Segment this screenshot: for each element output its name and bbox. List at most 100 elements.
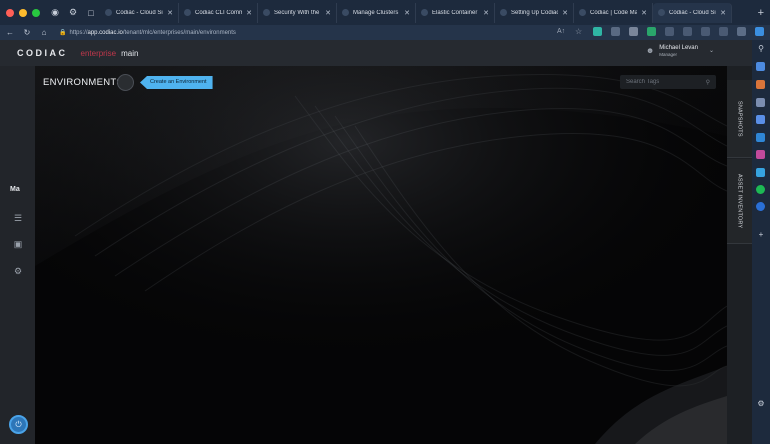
tab-label: Setting Up Codiac f	[511, 9, 559, 16]
tab-favicon-icon	[500, 9, 507, 16]
sliders-icon[interactable]: ☰	[13, 213, 23, 223]
collections-icon[interactable]	[719, 27, 728, 36]
tab-list: Codiac - Cloud Simp✕Codiac CLI Comman✕Se…	[100, 0, 752, 25]
browser-tab[interactable]: Manage Clusters | C ✕	[337, 2, 416, 23]
tab-close-icon[interactable]: ✕	[641, 9, 647, 17]
browser-tab[interactable]: Codiac - Cloud Simp ✕	[100, 2, 179, 23]
home-icon[interactable]: ⌂	[37, 28, 51, 37]
minimize-window-button[interactable]	[19, 8, 27, 17]
tab-close-icon[interactable]: ✕	[325, 9, 331, 17]
browser-tab[interactable]: Codiac - Cloud Simp ✕	[653, 2, 732, 23]
tab-favicon-icon	[105, 9, 112, 16]
close-window-button[interactable]	[6, 8, 14, 17]
tab-strip: ◉ ⚙ □ Codiac - Cloud Simp✕Codiac CLI Com…	[0, 0, 770, 25]
sidebar-games-icon[interactable]	[756, 115, 765, 124]
tab-favicon-icon	[658, 9, 665, 16]
tab-close-icon[interactable]: ✕	[167, 9, 173, 17]
favorite-star-icon[interactable]: ☆	[575, 27, 584, 36]
navigation-bar: ← ↻ ⌂ 🔒 https://app.codiac.io/tenant/mlc…	[0, 25, 770, 40]
zoom-window-button[interactable]	[32, 8, 40, 17]
extension-icons: A↑ ☆	[557, 27, 764, 36]
codiac-logo[interactable]: CODIAC	[17, 48, 68, 58]
app-header: CODIAC enterprise main ☻ Michael Levan M…	[0, 40, 752, 66]
sidebar-spotify-icon[interactable]	[756, 185, 765, 194]
extension-1-icon[interactable]	[593, 27, 602, 36]
browser-sidebar: ⚲ + ⚙	[752, 40, 770, 444]
lock-icon: 🔒	[59, 30, 67, 36]
browser-tab[interactable]: Security With the Cli ✕	[258, 2, 337, 23]
refresh-icon[interactable]: ↻	[20, 28, 34, 37]
favorites-icon[interactable]	[701, 27, 710, 36]
tab-favicon-icon	[342, 9, 349, 16]
sidebar-people-icon[interactable]	[756, 98, 765, 107]
sidebar-search-icon[interactable]: ⚲	[756, 44, 766, 53]
tab-close-icon[interactable]: ✕	[483, 9, 489, 17]
tab-label: Codiac CLI Comman	[195, 9, 242, 16]
page-title: ENVIRONMENTS	[43, 77, 124, 88]
tab-label: Codiac - Cloud Simp	[669, 9, 716, 16]
tab-label: Security With the Cli	[274, 9, 321, 16]
environments-canvas: ENVIRONMENTS Create an Environment ⚲	[35, 66, 727, 444]
tab-favicon-icon	[184, 9, 191, 16]
gear-icon[interactable]: ⚙	[13, 266, 23, 276]
tab-snapshots[interactable]: SNAPSHOTS	[727, 80, 752, 158]
window-controls	[6, 8, 40, 17]
tab-label: Codiac | Code Mana	[590, 9, 638, 16]
copilot-icon[interactable]	[755, 27, 764, 36]
tab-label: Elastic Container Re	[432, 9, 479, 16]
back-arrow-icon[interactable]: ←	[3, 28, 17, 37]
extension-5-icon[interactable]	[665, 27, 674, 36]
browser-tab[interactable]: Setting Up Codiac f ✕	[495, 2, 574, 23]
browser-essentials-icon[interactable]	[737, 27, 746, 36]
tab-favicon-icon	[579, 9, 586, 16]
new-tab-button[interactable]: +	[758, 7, 764, 19]
browser-tab[interactable]: Codiac | Code Mana✕	[574, 2, 653, 23]
sidebar-outlook-icon[interactable]	[756, 133, 765, 142]
browser-tab[interactable]: Elastic Container Re ✕	[416, 2, 495, 23]
tab-close-icon[interactable]: ✕	[720, 9, 726, 17]
sidebar-app-icon[interactable]	[756, 202, 765, 211]
chevron-down-icon: ⌄	[708, 48, 714, 54]
tab-asset-inventory-label: ASSET INVENTORY	[736, 173, 743, 229]
extension-3-icon[interactable]	[629, 27, 638, 36]
split-screen-icon[interactable]	[683, 27, 692, 36]
tab-close-icon[interactable]: ✕	[246, 9, 252, 17]
url-host: app.codiac.io	[87, 29, 123, 36]
tab-asset-inventory[interactable]: ASSET INVENTORY	[727, 159, 752, 244]
browser-tab[interactable]: Codiac CLI Comman ✕	[179, 2, 258, 23]
sidebar-office-icon[interactable]	[756, 150, 765, 159]
right-drawer: SNAPSHOTS ASSET INVENTORY	[727, 66, 752, 444]
browser-window: ◉ ⚙ □ Codiac - Cloud Simp✕Codiac CLI Com…	[0, 0, 770, 444]
extension-4-icon[interactable]	[647, 27, 656, 36]
sidebar-add-icon[interactable]: +	[756, 230, 766, 239]
sidebar-settings-icon[interactable]: ⚙	[756, 399, 766, 408]
tab-close-icon[interactable]: ✕	[404, 9, 410, 17]
settings-gear-icon[interactable]: ⚙	[66, 6, 80, 20]
extension-2-icon[interactable]	[611, 27, 620, 36]
url-scheme: https://	[69, 29, 88, 36]
left-rail: Ma ☰ ▣ ⚙ ⏻	[0, 66, 35, 444]
calendar-icon[interactable]: ▣	[13, 239, 23, 249]
add-environment-circle-button[interactable]	[117, 74, 134, 91]
search-tags: ⚲	[620, 75, 716, 89]
enterprise-name[interactable]: main	[121, 49, 138, 58]
profile-icon[interactable]: ◉	[48, 6, 62, 20]
workspace-badge[interactable]: Ma	[10, 186, 20, 193]
enterprise-label: enterprise	[80, 48, 117, 58]
address-bar[interactable]: 🔒 https://app.codiac.io/tenant/mlc/enter…	[59, 29, 236, 37]
power-icon[interactable]: ⏻	[9, 415, 28, 434]
sidebar-send-icon[interactable]	[756, 168, 765, 177]
sidebar-shopping-icon[interactable]	[756, 80, 765, 89]
tab-close-icon[interactable]: ✕	[562, 9, 568, 17]
read-aloud-icon[interactable]: A↑	[557, 27, 566, 36]
tab-favicon-icon	[263, 9, 270, 16]
search-icon[interactable]: ⚲	[706, 79, 710, 86]
tab-label: Codiac - Cloud Simp	[116, 9, 163, 16]
create-environment-tooltip[interactable]: Create an Environment	[140, 76, 213, 89]
tab-actions-icon[interactable]: □	[84, 6, 98, 20]
user-menu[interactable]: ☻ Michael Levan Manager ⌄	[646, 44, 714, 57]
sidebar-tag-icon[interactable]	[756, 62, 765, 71]
tab-snapshots-label: SNAPSHOTS	[736, 100, 743, 137]
search-tags-input[interactable]	[626, 79, 706, 85]
user-name: Michael Levan	[659, 45, 698, 51]
